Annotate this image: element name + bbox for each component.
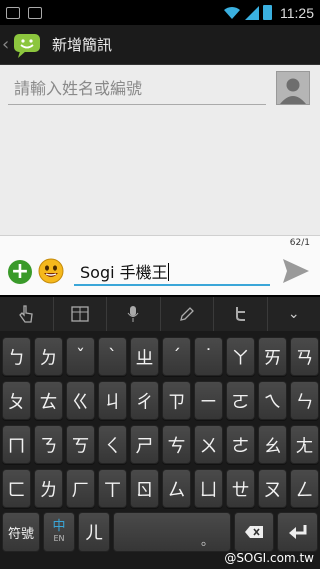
character-counter: 62/1 [289, 238, 310, 248]
status-bar: 11:25 [0, 0, 320, 25]
key-row-4: ㄈㄌㄏㄒㄖㄙㄩㄝㄡㄥ [2, 469, 319, 508]
key-3-2[interactable]: ㄋ [34, 425, 63, 464]
key-4-6[interactable]: ㄙ [162, 469, 191, 508]
key-1-10[interactable]: ㄢ [290, 337, 319, 376]
key-2-3[interactable]: ㄍ [66, 381, 95, 420]
keyboard-toolbar: ⌄ [0, 295, 320, 331]
key-2-8[interactable]: ㄛ [226, 381, 255, 420]
key-1-8[interactable]: ㄚ [226, 337, 255, 376]
twitter-icon [236, 307, 246, 321]
recipient-area [0, 65, 320, 235]
chevron-down-icon: ⌄ [287, 306, 300, 322]
space-key[interactable]: 。 [113, 512, 231, 552]
key-4-7[interactable]: ㄩ [194, 469, 223, 508]
key-2-6[interactable]: ㄗ [162, 381, 191, 420]
key-2-9[interactable]: ㄟ [258, 381, 287, 420]
space-key-sub: 。 [200, 534, 214, 549]
er-key[interactable]: ㄦ [78, 512, 110, 552]
microphone-icon [127, 306, 139, 322]
enter-arrow-icon [288, 525, 306, 539]
key-2-5[interactable]: ㄔ [130, 381, 159, 420]
key-4-10[interactable]: ㄥ [290, 469, 319, 508]
key-3-5[interactable]: ㄕ [130, 425, 159, 464]
key-2-4[interactable]: ㄐ [98, 381, 127, 420]
key-1-6[interactable]: ˊ [162, 337, 191, 376]
key-4-1[interactable]: ㄈ [2, 469, 31, 508]
handwriting-button[interactable] [161, 297, 214, 331]
wifi-icon [224, 6, 240, 19]
key-1-9[interactable]: ㄞ [258, 337, 287, 376]
key-4-2[interactable]: ㄌ [34, 469, 63, 508]
key-1-4[interactable]: ˋ [98, 337, 127, 376]
hand-pointer-icon [19, 305, 33, 323]
key-2-2[interactable]: ㄊ [34, 381, 63, 420]
key-1-3[interactable]: ˇ [66, 337, 95, 376]
person-icon [280, 78, 306, 104]
key-row-3: ㄇㄋㄎㄑㄕㄘㄨㄜㄠㄤ [2, 425, 319, 464]
key-2-10[interactable]: ㄣ [290, 381, 319, 420]
key-4-8[interactable]: ㄝ [226, 469, 255, 508]
key-2-1[interactable]: ㄆ [2, 381, 31, 420]
contact-picker-button[interactable] [276, 71, 310, 105]
key-3-10[interactable]: ㄤ [290, 425, 319, 464]
key-1-1[interactable]: ㄅ [2, 337, 31, 376]
add-attachment-button[interactable]: + [8, 260, 32, 284]
key-1-7[interactable]: ˙ [194, 337, 223, 376]
page-title: 新增簡訊 [52, 36, 113, 54]
keyboard-layout-icon [71, 306, 89, 322]
language-key-label: 中 [52, 519, 66, 535]
keyboard: ⌄ ㄅㄉ ˇ ˋ ㄓ ˊ ˙ ㄚㄞㄢ ㄆㄊㄍㄐㄔㄗㄧㄛㄟㄣ ㄇㄋㄎㄑㄕㄘㄨㄜㄠㄤ ㄈㄌㄏㄒㄖ… [0, 295, 320, 569]
text-cursor [167, 263, 169, 281]
key-3-6[interactable]: ㄘ [162, 425, 191, 464]
messaging-app-icon[interactable] [12, 31, 42, 59]
key-3-7[interactable]: ㄨ [194, 425, 223, 464]
key-3-4[interactable]: ㄑ [98, 425, 127, 464]
back-chevron-icon[interactable]: ‹ [2, 34, 10, 55]
key-4-9[interactable]: ㄡ [258, 469, 287, 508]
key-2-7[interactable]: ㄧ [194, 381, 223, 420]
send-icon[interactable] [282, 258, 310, 284]
key-4-4[interactable]: ㄒ [98, 469, 127, 508]
action-bar: ‹ 新增簡訊 [0, 25, 320, 65]
clock: 11:25 [280, 4, 314, 21]
message-input[interactable]: Sogi 手機王 [74, 254, 270, 286]
pencil-icon [179, 307, 194, 321]
symbols-key[interactable]: 符號 [2, 512, 40, 552]
gesture-mode-button[interactable] [0, 297, 54, 331]
backspace-icon [245, 526, 263, 538]
voice-input-button[interactable] [107, 297, 161, 331]
watermark: @SOGI.com.tw [224, 551, 314, 565]
image-notification-icon [28, 6, 42, 19]
key-3-8[interactable]: ㄜ [226, 425, 255, 464]
recipient-input[interactable] [8, 73, 266, 105]
message-text: Sogi 手機王 [80, 263, 168, 282]
symbols-key-label: 符號 [7, 526, 34, 542]
notification-icon [6, 6, 20, 19]
key-3-1[interactable]: ㄇ [2, 425, 31, 464]
key-4-5[interactable]: ㄖ [130, 469, 159, 508]
hide-keyboard-button[interactable]: ⌄ [268, 297, 320, 331]
screen: 11:25 ‹ 新增簡訊 62/1 + [0, 0, 320, 569]
backspace-key[interactable] [234, 512, 274, 552]
key-1-2[interactable]: ㄉ [34, 337, 63, 376]
battery-icon [263, 5, 272, 20]
signal-icon [245, 5, 259, 20]
compose-bar: 62/1 + Sogi 手機王 [0, 235, 320, 295]
key-3-3[interactable]: ㄎ [66, 425, 95, 464]
emoji-icon[interactable] [38, 258, 64, 284]
er-key-label: ㄦ [85, 523, 103, 544]
plus-icon: + [10, 259, 30, 284]
key-4-3[interactable]: ㄏ [66, 469, 95, 508]
key-row-2: ㄆㄊㄍㄐㄔㄗㄧㄛㄟㄣ [2, 381, 319, 420]
keyboard-bottom-row: 符號 中 EN ㄦ 。 [2, 512, 318, 552]
key-3-9[interactable]: ㄠ [258, 425, 287, 464]
key-1-5[interactable]: ㄓ [130, 337, 159, 376]
language-switch-key[interactable]: 中 EN [43, 512, 75, 552]
language-key-sub: EN [53, 533, 65, 543]
key-row-1: ㄅㄉ ˇ ˋ ㄓ ˊ ˙ ㄚㄞㄢ [2, 337, 319, 376]
enter-key[interactable] [277, 512, 318, 552]
layout-switch-button[interactable] [54, 297, 107, 331]
twitter-share-button[interactable] [214, 297, 268, 331]
